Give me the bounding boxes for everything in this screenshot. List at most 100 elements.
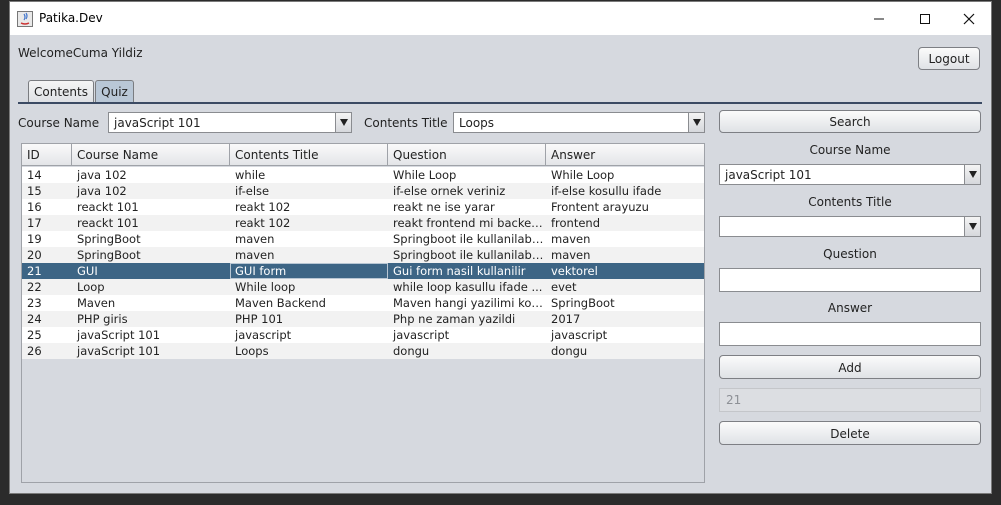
table-cell[interactable]: 26 [22, 343, 72, 359]
table-row[interactable]: 26 javaScript 101 Loops dongu dongu [22, 343, 704, 359]
table-cell[interactable]: 16 [22, 199, 72, 215]
table-cell[interactable]: 24 [22, 311, 72, 327]
table-cell[interactable]: java 102 [72, 167, 230, 183]
course-name-select-value: javaScript 101 [725, 168, 812, 182]
table-cell[interactable]: maven [230, 247, 388, 263]
table-cell[interactable]: Springboot ile kullanilabil... [388, 247, 546, 263]
table-row[interactable]: 25 javaScript 101 javascript javascript java… [22, 327, 704, 343]
table-cell[interactable]: 2017 [546, 311, 704, 327]
table-cell[interactable]: if-else ornek veriniz [388, 183, 546, 199]
table-cell[interactable]: java 102 [72, 183, 230, 199]
delete-button[interactable]: Delete [719, 421, 981, 445]
question-label: Question [823, 247, 877, 261]
table-cell[interactable]: reackt 101 [72, 199, 230, 215]
table-cell[interactable]: Frontent arayuzu [546, 199, 704, 215]
table-cell[interactable]: evet [546, 279, 704, 295]
table-cell[interactable]: 17 [22, 215, 72, 231]
table-cell[interactable]: while loop kasullu ifade ... [388, 279, 546, 295]
table-cell[interactable]: 21 [22, 263, 72, 279]
table-cell[interactable]: reakt ne ise yarar [388, 199, 546, 215]
table-cell[interactable]: frontend [546, 215, 704, 231]
tab-quiz[interactable]: Quiz [95, 80, 134, 104]
add-button[interactable]: Add [719, 355, 981, 379]
answer-input[interactable] [719, 322, 981, 346]
table-cell[interactable]: vektorel [546, 263, 704, 279]
maximize-icon [920, 13, 930, 24]
table-row[interactable]: 20 SpringBoot maven Springboot ile kullanil… [22, 247, 704, 263]
column-header-question[interactable]: Question [388, 144, 546, 166]
table-cell[interactable]: Loops [230, 343, 388, 359]
table-cell[interactable]: javaScript 101 [72, 343, 230, 359]
table-cell[interactable]: While Loop [388, 167, 546, 183]
close-button[interactable] [946, 2, 992, 35]
table-row[interactable]: 15 java 102 if-else if-else ornek veriniz if… [22, 183, 704, 199]
table-cell[interactable]: 20 [22, 247, 72, 263]
table-row[interactable]: 24 PHP giris PHP 101 Php ne zaman yazildi 20… [22, 311, 704, 327]
table-cell[interactable]: While Loop [546, 167, 704, 183]
table-cell[interactable]: while [230, 167, 388, 183]
table-row[interactable]: 19 SpringBoot maven Springboot ile kullanil… [22, 231, 704, 247]
table-row[interactable]: 16 reackt 101 reakt 102 reakt ne ise yarar F… [22, 199, 704, 215]
contents-title-select[interactable] [719, 216, 981, 237]
table-cell[interactable]: SpringBoot [546, 295, 704, 311]
column-header-answer[interactable]: Answer [546, 144, 704, 166]
table-row[interactable]: 17 reackt 101 reakt 102 reakt frontend mi b… [22, 215, 704, 231]
table-cell[interactable]: 25 [22, 327, 72, 343]
title-bar: Patika.Dev [10, 2, 991, 35]
table-cell[interactable]: 14 [22, 167, 72, 183]
minimize-button[interactable] [856, 2, 902, 35]
content-pane: WelcomeCuma Yildiz Logout Contents Quiz … [10, 35, 991, 493]
contents-title-filter-select[interactable]: Loops [453, 112, 705, 133]
table-cell[interactable]: Maven hangi yazilimi kola... [388, 295, 546, 311]
table-cell[interactable]: javaScript 101 [72, 327, 230, 343]
table-cell[interactable]: 19 [22, 231, 72, 247]
table-cell[interactable]: 23 [22, 295, 72, 311]
table-cell[interactable]: 22 [22, 279, 72, 295]
column-header-course-name[interactable]: Course Name [72, 144, 230, 166]
table-cell[interactable]: reakt 102 [230, 199, 388, 215]
question-input[interactable] [719, 268, 981, 292]
table-cell[interactable]: maven [546, 247, 704, 263]
table-cell[interactable]: javascript [230, 327, 388, 343]
table-cell[interactable]: While loop [230, 279, 388, 295]
table-cell[interactable]: Maven Backend [230, 295, 388, 311]
table-row[interactable]: 23 Maven Maven Backend Maven hangi yazilimi… [22, 295, 704, 311]
table-cell[interactable]: Php ne zaman yazildi [388, 311, 546, 327]
table-cell[interactable]: if-else [230, 183, 388, 199]
table-cell[interactable]: reakt frontend mi backen... [388, 215, 546, 231]
quiz-table[interactable]: ID Course Name Contents Title Question A… [21, 143, 705, 483]
table-cell[interactable]: reakt 102 [230, 215, 388, 231]
table-cell[interactable]: PHP 101 [230, 311, 388, 327]
table-cell[interactable]: maven [230, 231, 388, 247]
table-row[interactable]: 21 GUI GUI form Gui form nasil kullanilir ve… [22, 263, 704, 279]
table-cell[interactable]: Loop [72, 279, 230, 295]
table-cell[interactable]: dongu [388, 343, 546, 359]
table-cell[interactable]: maven [546, 231, 704, 247]
maximize-button[interactable] [902, 2, 948, 35]
course-name-filter-select[interactable]: javaScript 101 [108, 112, 352, 133]
table-cell[interactable]: reackt 101 [72, 215, 230, 231]
table-cell[interactable]: SpringBoot [72, 231, 230, 247]
table-cell[interactable]: GUI form [230, 263, 388, 279]
table-cell[interactable]: 15 [22, 183, 72, 199]
table-cell[interactable]: javascript [388, 327, 546, 343]
course-name-select[interactable]: javaScript 101 [719, 164, 981, 185]
table-cell[interactable]: Springboot ile kullanilabil... [388, 231, 546, 247]
search-button[interactable]: Search [719, 110, 981, 133]
table-cell[interactable]: dongu [546, 343, 704, 359]
table-cell[interactable]: Maven [72, 295, 230, 311]
table-cell[interactable]: javascript [546, 327, 704, 343]
app-window: Patika.Dev WelcomeCuma Yildiz Logout Con… [9, 1, 992, 494]
column-header-contents-title[interactable]: Contents Title [230, 144, 388, 166]
column-header-id[interactable]: ID [22, 144, 72, 166]
table-cell[interactable]: if-else kosullu ifade [546, 183, 704, 199]
table-row[interactable]: 14 java 102 while While Loop While Loop [22, 167, 704, 183]
welcome-text: WelcomeCuma Yildiz [18, 46, 143, 60]
table-row[interactable]: 22 Loop While loop while loop kasullu ifade… [22, 279, 704, 295]
table-cell[interactable]: PHP giris [72, 311, 230, 327]
table-cell[interactable]: SpringBoot [72, 247, 230, 263]
tab-contents[interactable]: Contents [28, 80, 94, 104]
table-cell[interactable]: GUI [72, 263, 230, 279]
table-cell[interactable]: Gui form nasil kullanilir [388, 263, 546, 279]
logout-button[interactable]: Logout [918, 47, 980, 70]
